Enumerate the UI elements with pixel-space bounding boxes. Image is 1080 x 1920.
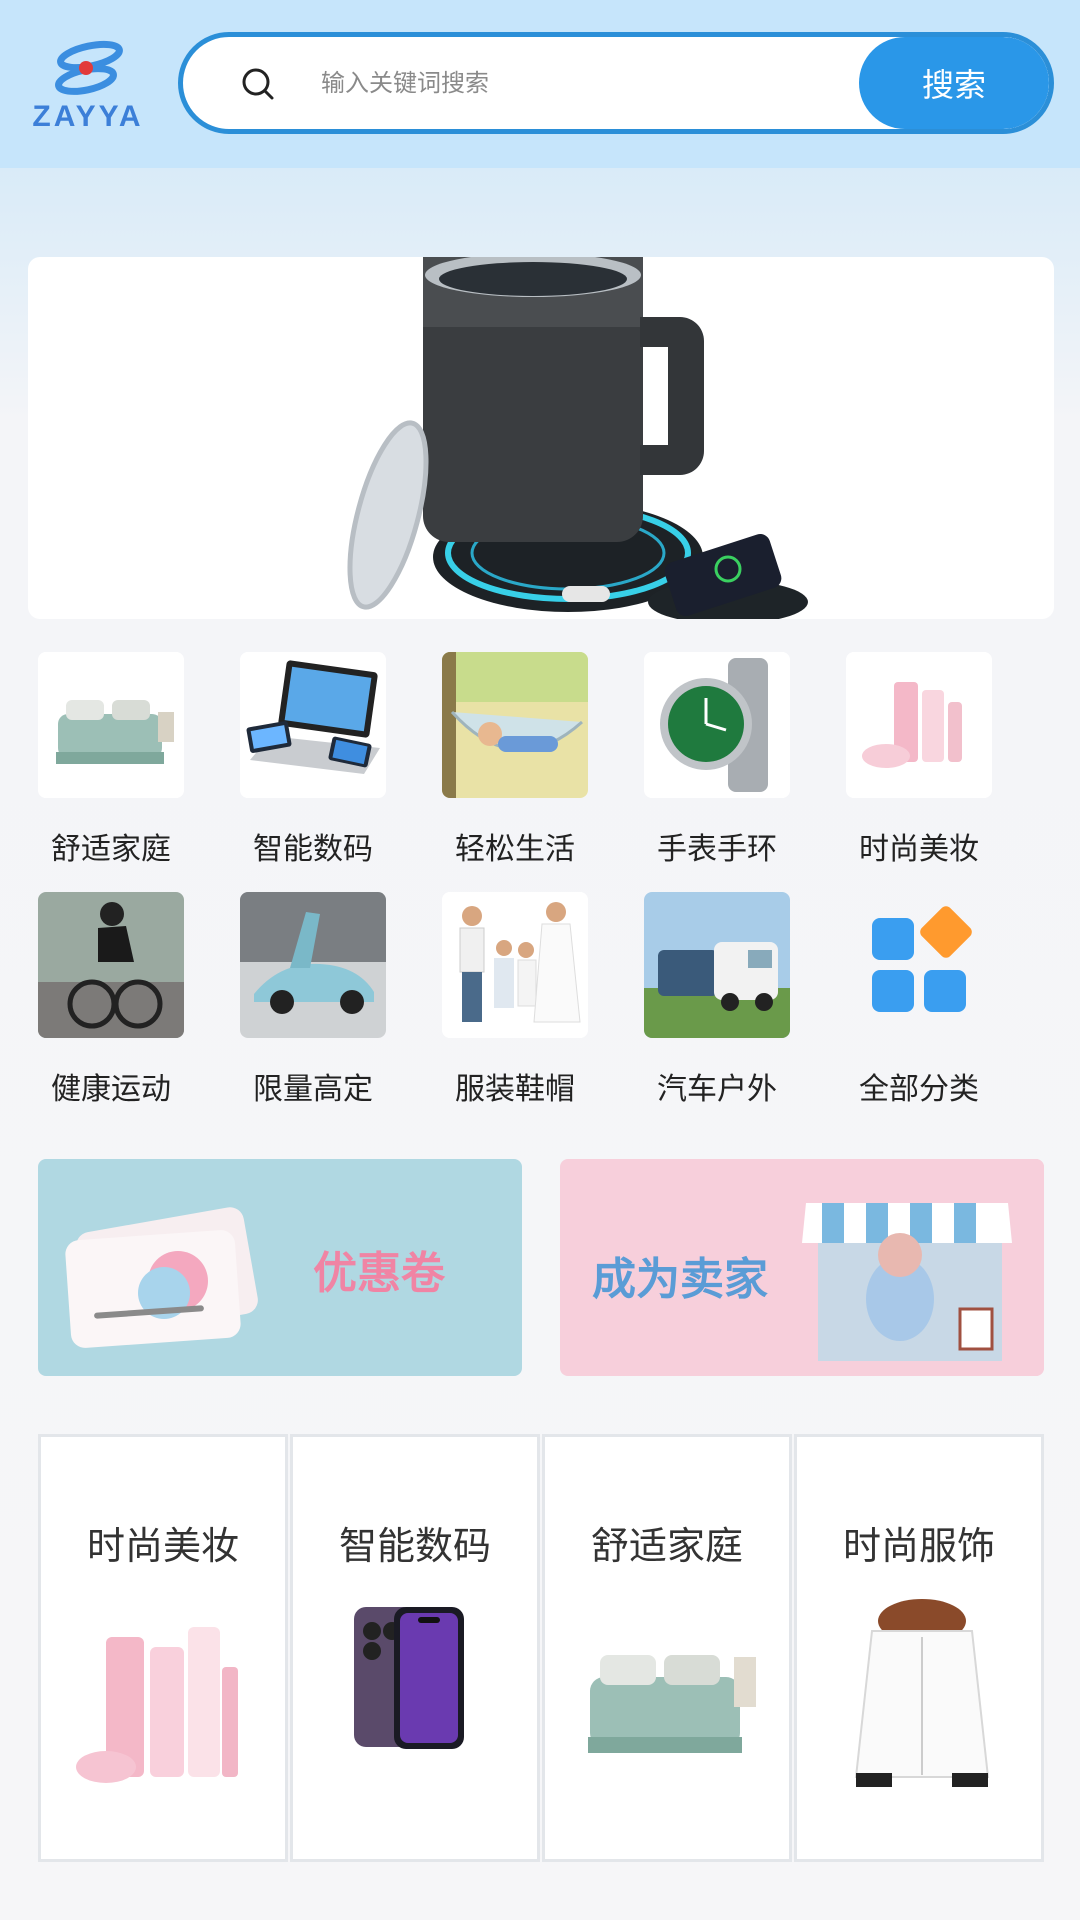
search-bar[interactable]: 搜索 (178, 32, 1054, 134)
jacket-image (854, 1599, 990, 1787)
shop-stall-image (802, 1159, 1044, 1376)
all-categories-icon (846, 892, 992, 1038)
coupon-label: 优惠卷 (313, 1248, 445, 1299)
carousel-indicator[interactable] (562, 586, 610, 602)
category-label: 健康运动 (51, 1072, 171, 1107)
mug-warmer-banner-image (347, 257, 808, 619)
cosmetics-image (846, 652, 992, 798)
category-item-watch[interactable]: 手表手环 (624, 652, 826, 882)
category-label: 汽车户外 (657, 1072, 777, 1107)
hammock-image (442, 652, 588, 798)
category-label: 全部分类 (859, 1072, 979, 1107)
category-label: 智能数码 (253, 832, 373, 867)
featured-title: 时尚美妆 (86, 1524, 239, 1568)
become-seller-promo[interactable]: 成为卖家 (560, 1159, 1044, 1376)
logo-text: ZAYYA (32, 100, 144, 133)
cyclist-image (38, 892, 184, 1038)
category-item-life[interactable]: 轻松生活 (422, 652, 624, 882)
featured-title: 舒适家庭 (590, 1524, 743, 1568)
featured-categories: 时尚美妆 智能数码 舒适家庭 时尚服饰 (38, 1434, 1044, 1862)
search-icon (242, 68, 274, 100)
coupon-promo[interactable]: 优惠卷 (38, 1159, 522, 1376)
category-item-home[interactable]: 舒适家庭 (18, 652, 220, 882)
category-item-beauty[interactable]: 时尚美妆 (826, 652, 1028, 882)
featured-title: 智能数码 (338, 1524, 491, 1568)
zayya-logo[interactable]: ZAYYA (28, 34, 148, 134)
featured-card-beauty[interactable]: 时尚美妆 (38, 1434, 288, 1862)
cosmetics-image (76, 1627, 238, 1783)
top-header: ZAYYA 搜索 (0, 0, 1080, 168)
family-image (442, 892, 588, 1038)
category-label: 舒适家庭 (51, 832, 171, 867)
smartphone-image (354, 1607, 464, 1749)
banner-carousel[interactable] (28, 257, 1054, 619)
category-label: 服装鞋帽 (455, 1072, 575, 1107)
category-label: 时尚美妆 (859, 832, 979, 867)
category-item-outdoor[interactable]: 汽车户外 (624, 892, 826, 1122)
category-label: 限量高定 (253, 1072, 373, 1107)
category-item-apparel[interactable]: 服装鞋帽 (422, 892, 624, 1122)
search-input[interactable] (321, 59, 821, 107)
logo-mark-icon (55, 40, 123, 95)
featured-card-home[interactable]: 舒适家庭 (542, 1434, 792, 1862)
category-item-sports[interactable]: 健康运动 (18, 892, 220, 1122)
bed-image (588, 1655, 756, 1753)
category-item-limited[interactable]: 限量高定 (220, 892, 422, 1122)
featured-card-fashion[interactable]: 时尚服饰 (794, 1434, 1044, 1862)
featured-card-digital[interactable]: 智能数码 (290, 1434, 540, 1862)
laptop-phones-image (240, 652, 386, 798)
category-label: 手表手环 (657, 832, 777, 867)
category-item-all[interactable]: 全部分类 (826, 892, 1028, 1122)
watch-image (644, 652, 790, 798)
bed-image (38, 652, 184, 798)
category-item-digital[interactable]: 智能数码 (220, 652, 422, 882)
sports-car-image (240, 892, 386, 1038)
category-label: 轻松生活 (455, 832, 575, 867)
search-button[interactable]: 搜索 (859, 37, 1049, 129)
camper-van-image (644, 892, 790, 1038)
coupon-card-image (65, 1207, 258, 1348)
featured-title: 时尚服饰 (842, 1524, 995, 1568)
